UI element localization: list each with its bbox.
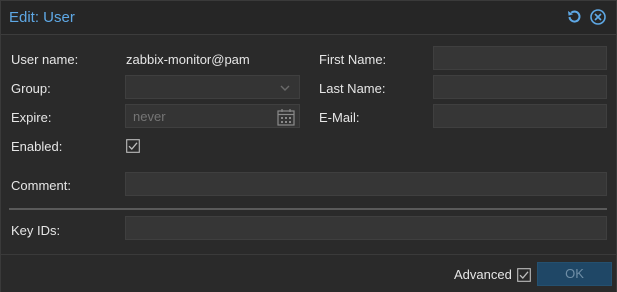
expire-input[interactable] (126, 105, 299, 127)
dialog-footer: Advanced OK (1, 254, 616, 292)
enabled-label: Enabled: (11, 139, 63, 154)
keyids-field[interactable] (125, 216, 607, 240)
enabled-checkbox[interactable] (126, 139, 140, 153)
username-label: User name: (11, 52, 79, 67)
expire-label: Expire: (11, 110, 52, 125)
expire-datefield[interactable] (125, 104, 300, 128)
firstname-label: First Name: (319, 52, 387, 67)
username-value: zabbix-monitor@pam (126, 52, 250, 67)
keyids-label: Key IDs: (11, 223, 61, 238)
firstname-field[interactable] (433, 46, 607, 70)
advanced-checkbox[interactable] (517, 268, 531, 282)
group-combobox[interactable] (125, 75, 300, 99)
calendar-icon[interactable] (276, 107, 296, 127)
ok-button[interactable]: OK (537, 262, 612, 286)
comment-label: Comment: (11, 178, 71, 193)
section-divider (9, 208, 607, 210)
email-label: E-Mail: (319, 110, 360, 125)
edit-user-dialog: Edit: User User name: zabbix-monitor@pam… (0, 0, 617, 292)
chevron-down-icon[interactable] (277, 80, 293, 96)
dialog-title: Edit: User (9, 9, 75, 26)
advanced-label: Advanced (454, 267, 512, 282)
comment-field[interactable] (125, 172, 607, 196)
lastname-field[interactable] (433, 75, 607, 99)
email-field[interactable] (433, 104, 607, 128)
dialog-titlebar: Edit: User (1, 1, 616, 35)
reset-icon[interactable] (565, 8, 583, 26)
group-label: Group: (11, 81, 51, 96)
lastname-label: Last Name: (319, 81, 386, 96)
close-circle-icon[interactable] (589, 8, 607, 26)
